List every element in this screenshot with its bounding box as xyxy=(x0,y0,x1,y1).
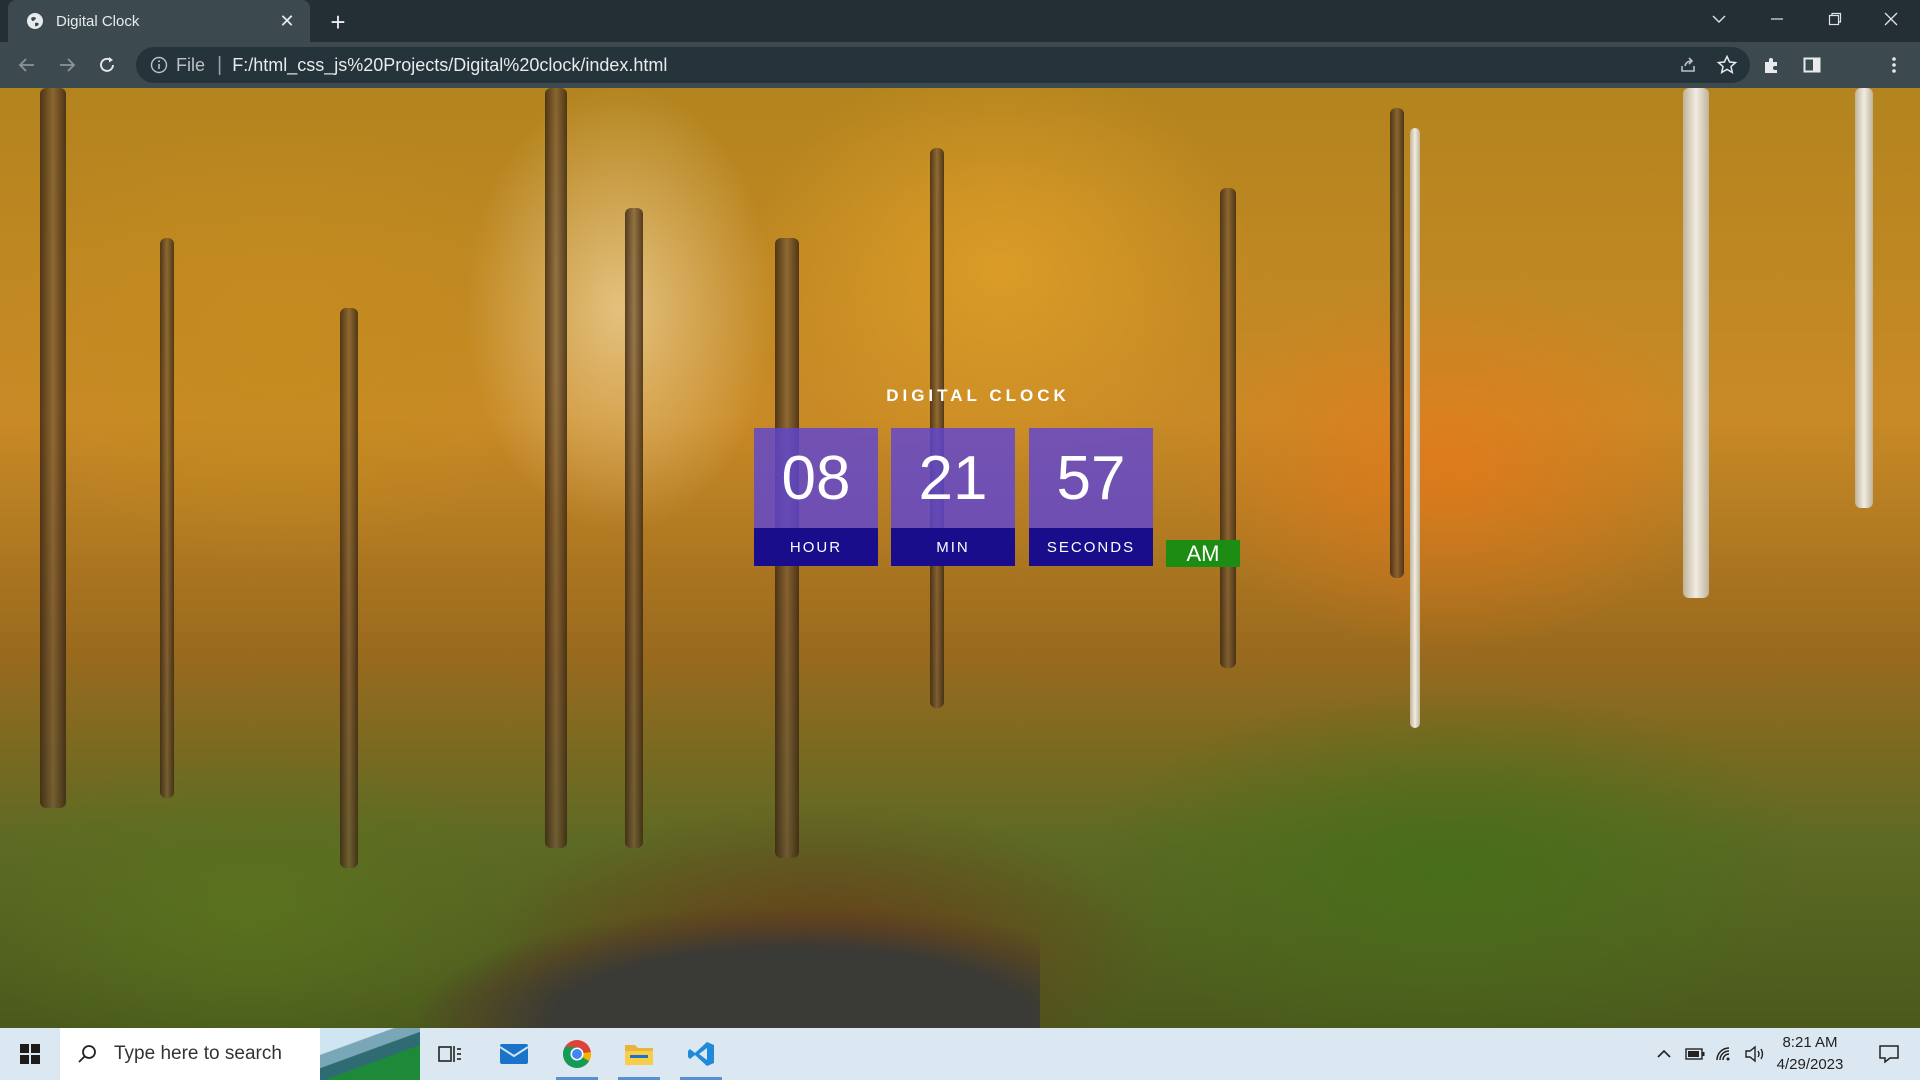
minimize-button[interactable] xyxy=(1748,0,1806,38)
clock-title: DIGITAL CLOCK xyxy=(886,386,1070,405)
new-tab-button[interactable]: + xyxy=(324,8,352,36)
volume-control[interactable] xyxy=(1742,1028,1768,1080)
browser-toolbar: File | F:/html_css_js%20Projects/Digital… xyxy=(0,42,1920,120)
globe-icon xyxy=(27,13,43,29)
taskbar-time: 8:21 AM xyxy=(1782,1034,1838,1051)
chrome-button[interactable] xyxy=(548,1028,606,1080)
minute-label: MIN xyxy=(891,528,1015,566)
extensions-puzzle-icon[interactable] xyxy=(1760,53,1784,77)
show-hidden-icons-button[interactable] xyxy=(1652,1028,1676,1080)
second-unit: 57 SECONDS xyxy=(1029,428,1153,566)
share-icon[interactable] xyxy=(1678,55,1698,75)
tab-title: Digital Clock xyxy=(56,12,140,30)
vscode-button[interactable] xyxy=(672,1028,730,1080)
network-status[interactable] xyxy=(1712,1028,1738,1080)
battery-status[interactable] xyxy=(1682,1028,1708,1080)
tab-close-icon[interactable]: ✕ xyxy=(276,10,298,32)
restore-button[interactable] xyxy=(1806,0,1864,38)
address-separator: | xyxy=(217,53,223,76)
start-button[interactable] xyxy=(0,1028,60,1080)
arrow-left-icon xyxy=(18,58,34,72)
wifi-icon xyxy=(1716,1047,1730,1061)
address-bar[interactable]: File | F:/html_css_js%20Projects/Digital… xyxy=(136,47,1750,83)
address-scheme: File xyxy=(176,54,206,75)
bookmark-star-icon[interactable] xyxy=(1716,54,1738,76)
volume-icon xyxy=(1745,1045,1764,1063)
reload-button[interactable] xyxy=(92,50,122,80)
battery-icon xyxy=(1685,1048,1705,1060)
arrow-right-icon xyxy=(60,58,76,72)
search-placeholder: Type here to search xyxy=(114,1043,282,1064)
chrome-icon xyxy=(563,1040,592,1068)
tab-search-chevron-icon[interactable] xyxy=(1690,0,1748,38)
am-pm-badge: AM xyxy=(1166,540,1240,567)
mail-icon xyxy=(499,1044,529,1064)
second-label: SECONDS xyxy=(1029,528,1153,566)
reload-icon xyxy=(100,57,114,72)
browser-tab[interactable]: Digital Clock ✕ xyxy=(8,0,310,42)
notifications-button[interactable] xyxy=(1866,1028,1912,1080)
file-explorer-icon xyxy=(625,1045,653,1065)
taskbar: Type here to search 8:21 AM 4/29/2023 xyxy=(0,1028,1920,1080)
hour-value: 08 xyxy=(754,428,878,528)
address-url[interactable]: F:/html_css_js%20Projects/Digital%20cloc… xyxy=(232,55,667,76)
second-value: 57 xyxy=(1029,428,1153,528)
info-icon[interactable] xyxy=(150,56,168,74)
windows-logo-icon xyxy=(20,1044,40,1064)
task-view-button[interactable] xyxy=(424,1028,476,1080)
browser-tab-strip: Digital Clock ✕ + xyxy=(0,0,1920,42)
taskbar-clock[interactable]: 8:21 AM 4/29/2023 xyxy=(1770,1032,1850,1076)
minute-unit: 21 MIN xyxy=(891,428,1015,566)
hour-label: HOUR xyxy=(754,528,878,566)
forward-button[interactable] xyxy=(52,50,82,80)
minute-value: 21 xyxy=(891,428,1015,528)
mail-button[interactable] xyxy=(486,1028,542,1080)
task-view-icon xyxy=(438,1046,461,1062)
back-button[interactable] xyxy=(12,50,42,80)
vscode-icon xyxy=(688,1042,714,1066)
close-window-button[interactable] xyxy=(1862,0,1920,38)
taskbar-date: 4/29/2023 xyxy=(1776,1056,1844,1073)
more-menu-icon[interactable] xyxy=(1882,53,1906,77)
hour-unit: 08 HOUR xyxy=(754,428,878,566)
search-icon xyxy=(78,1045,96,1063)
chevron-up-icon xyxy=(1657,1049,1671,1058)
file-explorer-button[interactable] xyxy=(610,1028,668,1080)
search-highlight-art xyxy=(320,1028,420,1080)
side-panel-icon[interactable] xyxy=(1800,53,1824,77)
taskbar-search-box[interactable]: Type here to search xyxy=(60,1028,420,1080)
notifications-icon xyxy=(1879,1045,1899,1064)
